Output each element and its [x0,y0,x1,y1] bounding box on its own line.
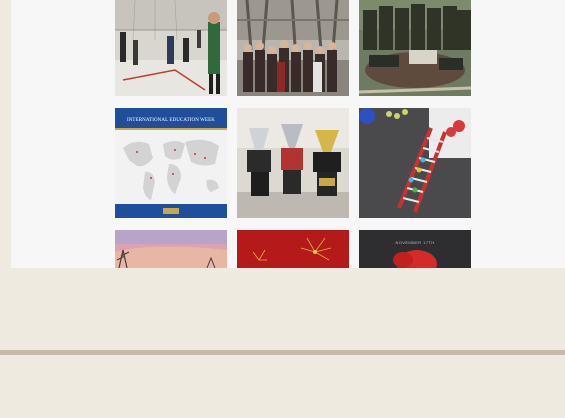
feed-post-red-celebration[interactable] [237,230,349,268]
world-map-photo [115,108,227,218]
feed-post-sunset-trees[interactable] [115,230,227,268]
feed-post-team-group[interactable] [359,0,471,96]
feed-post-trophies[interactable] [237,108,349,218]
feed-post-gym-players[interactable] [115,0,227,96]
trophies-photo [237,108,349,218]
feed-post-map-graphic[interactable]: INTERNATIONAL EDUCATION WEEK [115,108,227,218]
feed-post-red-card[interactable]: NOVEMBER 17TH [359,230,471,268]
gym-players-photo [115,0,227,96]
map-banner-title: INTERNATIONAL EDUCATION WEEK [126,118,216,123]
card-date-text: NOVEMBER 17TH [395,240,435,245]
feed-post-dna-model[interactable] [359,108,471,218]
feed-post-group-outdoors[interactable] [237,0,349,96]
red-card-photo [359,230,471,268]
section-divider [0,350,565,355]
dna-model-photo [359,108,471,218]
sunset-trees-photo [115,230,227,268]
instagram-feed-grid: INTERNATIONAL EDUCATION WEEK NOVEMBER 17… [11,0,565,268]
team-group-photo [359,0,471,96]
red-celebration-photo [237,230,349,268]
group-outdoors-photo [237,0,349,96]
